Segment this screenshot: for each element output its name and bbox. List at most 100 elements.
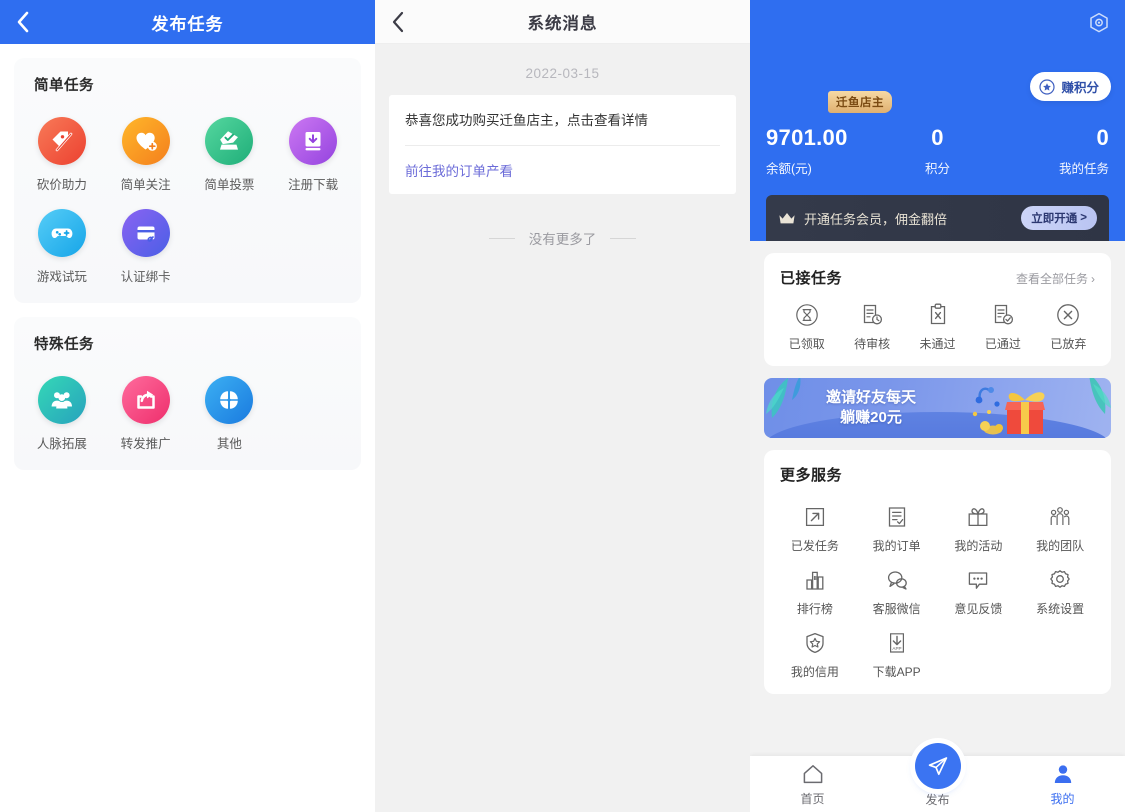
task-item-register-download[interactable]: 注册下载 xyxy=(271,101,355,193)
tab-label: 我的 xyxy=(1050,790,1074,807)
service-my-activities[interactable]: 我的活动 xyxy=(938,491,1020,554)
task-item-other[interactable]: 其他 xyxy=(188,360,272,452)
share-forward-icon xyxy=(132,386,160,414)
vip-activate-button[interactable]: 立即开通 > xyxy=(1021,206,1097,230)
earn-points-button[interactable]: 赚积分 xyxy=(1030,72,1111,101)
accepted-status-approved[interactable]: 已通过 xyxy=(970,302,1035,352)
earn-points-label: 赚积分 xyxy=(1061,77,1099,96)
vip-button-label: 立即开通 xyxy=(1031,210,1077,226)
back-button[interactable] xyxy=(0,0,44,44)
divider-left xyxy=(489,238,515,239)
four-petal-grid-icon-wrap xyxy=(205,376,253,424)
leaf-decor-right-icon xyxy=(1053,378,1111,418)
panel-profile: 赚积分 迁鱼店主 9701.00 余额(元) 0 积分 0 我的任务 xyxy=(750,0,1125,812)
task-item-game-trial[interactable]: 游戏试玩 xyxy=(20,193,104,285)
service-label: 排行榜 xyxy=(797,600,833,617)
section-title: 简单任务 xyxy=(34,74,355,95)
vip-promo-bar[interactable]: 开通任务会员，佣金翻倍 立即开通 > xyxy=(766,195,1109,241)
service-my-orders[interactable]: 我的订单 xyxy=(856,491,938,554)
service-download-app[interactable]: APP 下载APP xyxy=(856,617,938,680)
panel2-title: 系统消息 xyxy=(375,10,750,34)
people-group-icon xyxy=(48,386,76,414)
task-label: 转发推广 xyxy=(121,433,171,452)
accepted-status-rejected[interactable]: 未通过 xyxy=(905,302,970,352)
heart-plus-icon-wrap xyxy=(122,117,170,165)
invite-banner-text: 邀请好友每天 躺赚20元 xyxy=(826,388,916,429)
message-card[interactable]: 恭喜您成功购买迁鱼店主，点击查看详情 前往我的订单产看 xyxy=(389,95,736,194)
task-item-simple-follow[interactable]: 简单关注 xyxy=(104,101,188,193)
tab-home[interactable]: 首页 xyxy=(750,762,875,807)
hexagon-settings-icon xyxy=(1087,11,1111,35)
task-item-simple-vote[interactable]: 简单投票 xyxy=(188,101,272,193)
doc-clock-icon xyxy=(859,302,885,328)
service-feedback[interactable]: 意见反馈 xyxy=(938,554,1020,617)
accepted-status-claimed[interactable]: 已领取 xyxy=(774,302,839,352)
price-cut-tag-icon xyxy=(48,127,76,155)
service-published-tasks[interactable]: 已发任务 xyxy=(774,491,856,554)
task-item-share-promote[interactable]: 转发推广 xyxy=(104,360,188,452)
stat-label: 我的任务 xyxy=(995,158,1109,177)
order-doc-icon xyxy=(885,505,909,529)
doc-check-icon xyxy=(990,302,1016,328)
task-item-card-binding[interactable]: 认证绑卡 xyxy=(104,193,188,285)
message-body: 恭喜您成功购买迁鱼店主，点击查看详情 xyxy=(405,111,720,145)
crown-icon xyxy=(778,211,796,226)
back-button[interactable] xyxy=(375,0,419,44)
stat-my-tasks[interactable]: 0 我的任务 xyxy=(995,125,1109,177)
status-label: 待审核 xyxy=(854,335,890,352)
publish-fab-button[interactable] xyxy=(915,743,961,789)
stat-label: 积分 xyxy=(880,158,994,177)
service-my-credit[interactable]: 我的信用 xyxy=(774,617,856,680)
download-box-icon xyxy=(299,127,327,155)
more-services-grid: 已发任务 我的订单 xyxy=(774,491,1101,680)
service-my-team[interactable]: 我的团队 xyxy=(1019,491,1101,554)
view-all-tasks-link[interactable]: 查看全部任务 › xyxy=(1016,270,1095,287)
status-label: 已放弃 xyxy=(1050,335,1086,352)
stat-points[interactable]: 0 积分 xyxy=(880,125,994,177)
panel-publish-task: 发布任务 简单任务 砍价助力 xyxy=(0,0,375,812)
service-system-settings[interactable]: 系统设置 xyxy=(1019,554,1101,617)
accepted-tasks-card: 已接任务 查看全部任务 › 已领取 xyxy=(764,253,1111,366)
panel1-title: 发布任务 xyxy=(0,10,375,35)
message-date: 2022-03-15 xyxy=(375,66,750,81)
stat-balance[interactable]: 9701.00 余额(元) xyxy=(766,125,880,177)
special-task-grid: 人脉拓展 转发推广 xyxy=(20,360,355,452)
stat-label: 余额(元) xyxy=(766,158,880,177)
tab-profile[interactable]: 我的 xyxy=(1000,762,1125,807)
task-label: 砍价助力 xyxy=(37,174,87,193)
bottom-tab-bar: 首页 发布 我的 xyxy=(750,756,1125,812)
service-ranking[interactable]: 排行榜 xyxy=(774,554,856,617)
user-level-badge: 迁鱼店主 xyxy=(828,91,892,113)
task-item-network-expand[interactable]: 人脉拓展 xyxy=(20,360,104,452)
stat-value: 9701.00 xyxy=(766,125,880,151)
task-item-price-cut[interactable]: 砍价助力 xyxy=(20,101,104,193)
star-circle-icon xyxy=(1039,79,1055,95)
service-customer-wechat[interactable]: 客服微信 xyxy=(856,554,938,617)
download-box-icon-wrap xyxy=(289,117,337,165)
service-label: 意见反馈 xyxy=(954,600,1002,617)
accepted-status-abandoned[interactable]: 已放弃 xyxy=(1036,302,1101,352)
price-cut-tag-icon-wrap xyxy=(38,117,86,165)
vip-promo-text: 开通任务会员，佣金翻倍 xyxy=(804,209,1021,228)
accepted-tasks-header: 已接任务 查看全部任务 › xyxy=(774,267,1101,288)
team-people-icon xyxy=(1048,505,1072,529)
tab-publish[interactable]: 发布 xyxy=(875,761,1000,808)
task-label: 注册下载 xyxy=(288,174,338,193)
gift-box-decor-icon xyxy=(963,382,1059,438)
shield-star-icon xyxy=(803,631,827,655)
more-services-card: 更多服务 已发任务 我的订单 xyxy=(764,450,1111,694)
message-action-link[interactable]: 前往我的订单产看 xyxy=(405,146,720,180)
task-label: 认证绑卡 xyxy=(121,266,171,285)
profile-hero: 赚积分 迁鱼店主 9701.00 余额(元) 0 积分 0 我的任务 xyxy=(750,0,1125,241)
vote-ballot-icon xyxy=(215,127,243,155)
accepted-status-pending[interactable]: 待审核 xyxy=(839,302,904,352)
invite-friends-banner[interactable]: 邀请好友每天 躺赚20元 xyxy=(764,378,1111,438)
panel2-header: 系统消息 xyxy=(375,0,750,44)
panel1-header: 发布任务 xyxy=(0,0,375,44)
gamepad-plus-icon xyxy=(48,219,76,247)
service-label: 下载APP xyxy=(873,663,921,680)
service-label: 已发任务 xyxy=(791,537,839,554)
service-label: 我的活动 xyxy=(954,537,1002,554)
hero-settings-button[interactable] xyxy=(1087,11,1111,40)
heart-plus-icon xyxy=(132,127,160,155)
